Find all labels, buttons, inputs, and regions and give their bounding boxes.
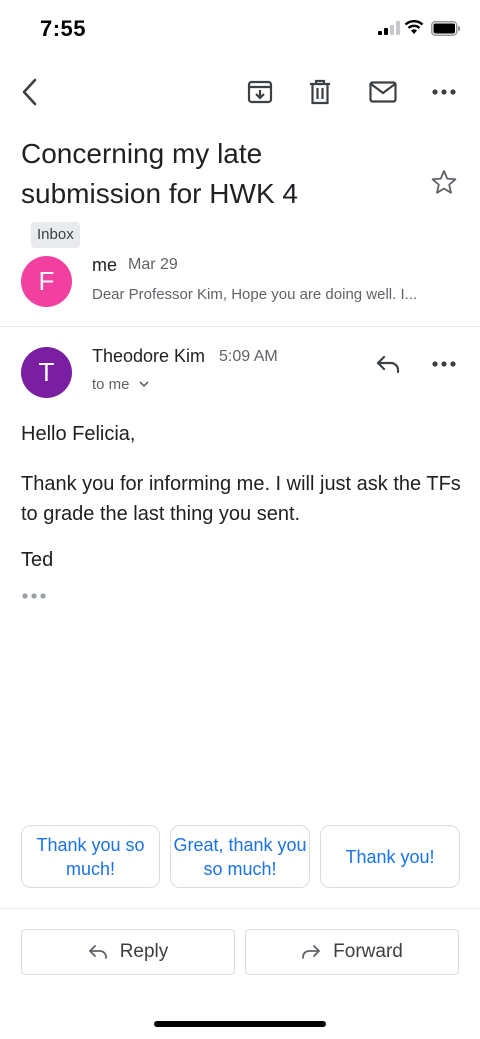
reply-icon — [376, 355, 400, 374]
email-subject: Concerning my late submission for HWK 4 I… — [21, 134, 341, 254]
message-body: Thank you for informing me. I will just … — [21, 473, 461, 525]
show-trimmed-content-icon[interactable] — [21, 590, 47, 602]
sender-name: Theodore Kim — [92, 346, 206, 366]
recipients-text: to me — [92, 376, 130, 393]
avatar: F — [21, 256, 72, 307]
reply-icon-button[interactable] — [368, 346, 408, 382]
smart-reply-chip[interactable]: Great, thank you so much! — [170, 825, 310, 888]
reply-icon — [88, 945, 107, 959]
inbox-label-badge[interactable]: Inbox — [31, 222, 80, 248]
more-horizontal-icon — [432, 89, 456, 95]
divider — [0, 326, 480, 327]
archive-button[interactable] — [240, 72, 280, 112]
message-date: Mar 29 — [128, 256, 178, 273]
home-indicator — [154, 1021, 326, 1027]
mark-unread-button[interactable] — [363, 72, 403, 112]
arrow-left-icon — [22, 78, 37, 106]
more-horizontal-icon — [432, 361, 456, 367]
more-options-button[interactable] — [424, 72, 464, 112]
sender-name: me — [92, 255, 118, 275]
recipients-toggle[interactable]: to me — [92, 376, 150, 393]
smart-reply-chip[interactable]: Thank you! — [320, 825, 460, 888]
reply-label: Reply — [119, 941, 169, 962]
message-more-button[interactable] — [424, 346, 464, 382]
back-button[interactable] — [10, 72, 50, 112]
reply-button[interactable]: Reply — [21, 929, 235, 975]
delete-button[interactable] — [300, 72, 340, 112]
star-icon — [431, 170, 457, 194]
archive-icon — [247, 80, 273, 104]
smart-reply-chip[interactable]: Thank you so much! — [21, 825, 160, 888]
message-greeting: Hello Felicia, — [21, 423, 136, 445]
wifi-icon — [404, 20, 424, 34]
message-time: 5:09 AM — [219, 348, 278, 365]
divider — [0, 908, 480, 909]
trash-icon — [310, 79, 330, 105]
forward-label: Forward — [333, 941, 403, 962]
message-signoff: Ted — [21, 549, 54, 571]
battery-icon — [431, 21, 460, 36]
chevron-down-icon — [139, 381, 149, 388]
mail-icon — [369, 81, 397, 103]
message-snippet[interactable]: Dear Professor Kim, Hope you are doing w… — [92, 286, 462, 303]
avatar: T — [21, 347, 72, 398]
forward-button[interactable]: Forward — [245, 929, 459, 975]
cellular-signal-icon — [378, 21, 400, 35]
star-button[interactable] — [426, 164, 462, 200]
subject-text: Concerning my late submission for HWK 4 — [21, 138, 298, 209]
status-time: 7:55 — [40, 16, 87, 41]
forward-icon — [302, 945, 321, 959]
